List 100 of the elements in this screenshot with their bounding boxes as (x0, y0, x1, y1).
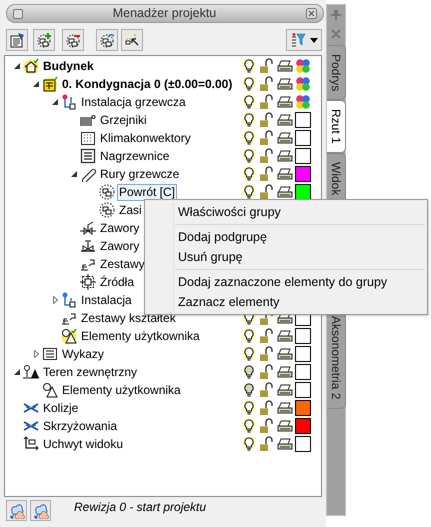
color-swatch[interactable] (295, 364, 311, 380)
color-swatch[interactable] (295, 148, 311, 164)
padlock-open-icon[interactable] (259, 94, 275, 110)
printer-icon[interactable] (277, 400, 293, 416)
close-icon[interactable] (306, 8, 317, 19)
padlock-open-icon[interactable] (259, 346, 275, 362)
lightbulb-on-icon[interactable] (241, 112, 257, 128)
tree-item[interactable]: 0. Kondygnacja 0 (±0.00=0.00) (60, 76, 234, 92)
color-swatch[interactable] (295, 130, 311, 146)
tree-item[interactable]: Teren zewnętrzny (41, 364, 140, 380)
tree-item[interactable]: Powrót [C] (117, 184, 178, 200)
menu-item[interactable]: Właściwości grupy (145, 202, 427, 222)
menu-item[interactable]: Dodaj podgrupę (145, 227, 427, 247)
lightbulb-on-icon[interactable] (241, 58, 257, 74)
printer-icon[interactable] (277, 166, 293, 182)
color-wheel-icon[interactable] (295, 94, 311, 110)
padlock-open-icon[interactable] (259, 130, 275, 146)
padlock-open-icon[interactable] (259, 364, 275, 380)
tree-item[interactable]: Źródła (98, 274, 136, 290)
padlock-open-icon[interactable] (259, 382, 275, 398)
tree-item[interactable]: Instalacja grzewcza (79, 94, 188, 110)
tree-item[interactable]: Wykazy (60, 346, 106, 362)
remove-group-button[interactable] (62, 29, 84, 51)
lightbulb-on-icon[interactable] (241, 436, 257, 452)
tree-item[interactable]: Elementy użytkownika (79, 328, 202, 344)
padlock-open-icon[interactable] (259, 58, 275, 74)
tree-item[interactable]: Zestawy kształtek (79, 310, 178, 326)
printer-icon[interactable] (277, 58, 293, 74)
printer-icon[interactable] (277, 148, 293, 164)
color-swatch[interactable] (295, 166, 311, 182)
expand-arrow-icon[interactable] (34, 350, 38, 358)
collapse-arrow-icon[interactable] (52, 99, 58, 105)
menu-item[interactable]: Dodaj zaznaczone elementy do grupy (145, 272, 427, 292)
printer-icon[interactable] (277, 94, 293, 110)
color-swatch[interactable] (295, 184, 311, 200)
printer-icon[interactable] (277, 436, 293, 452)
collapse-arrow-icon[interactable] (71, 171, 77, 177)
tree-item[interactable]: Zasi (117, 202, 144, 218)
tree-item[interactable]: Grzejniki (98, 112, 149, 128)
tree-item[interactable]: Zawory (98, 238, 142, 254)
color-wheel-icon[interactable] (295, 76, 311, 92)
side-tab[interactable]: Rzut 1 (327, 100, 346, 154)
color-swatch[interactable] (295, 346, 311, 362)
padlock-open-icon[interactable] (259, 166, 275, 182)
lightbulb-on-icon[interactable] (241, 400, 257, 416)
color-swatch[interactable] (295, 400, 311, 416)
properties-button[interactable] (6, 29, 28, 51)
expand-arrow-icon[interactable] (52, 296, 58, 304)
lightbulb-on-icon[interactable] (241, 76, 257, 92)
tree-item[interactable]: Rury grzewcze (98, 166, 182, 182)
history-back-button[interactable] (6, 500, 27, 521)
printer-icon[interactable] (277, 346, 293, 362)
color-swatch[interactable] (295, 112, 311, 128)
color-swatch[interactable] (295, 418, 311, 434)
tree-item[interactable]: Zawory (98, 220, 142, 236)
minimize-icon[interactable] (13, 8, 23, 18)
filter-dropdown[interactable] (286, 29, 322, 51)
printer-icon[interactable] (277, 382, 293, 398)
printer-icon[interactable] (277, 418, 293, 434)
lightbulb-on-icon[interactable] (241, 130, 257, 146)
lightbulb-on-icon[interactable] (241, 148, 257, 164)
side-tab[interactable]: Aksonometria 2 (327, 313, 346, 409)
printer-icon[interactable] (277, 130, 293, 146)
collapse-arrow-icon[interactable] (33, 81, 39, 87)
color-wheel-icon[interactable] (295, 58, 311, 74)
padlock-open-icon[interactable] (259, 76, 275, 92)
tree-item[interactable]: Uchwyt widoku (41, 436, 126, 452)
tree-item[interactable]: Elementy użytkownika (60, 382, 183, 398)
tree-item[interactable]: Nagrzewnice (98, 148, 172, 164)
menu-item[interactable]: Usuń grupę (145, 247, 427, 267)
printer-icon[interactable] (277, 328, 293, 344)
padlock-open-icon[interactable] (259, 418, 275, 434)
padlock-open-icon[interactable] (259, 436, 275, 452)
tree-item[interactable]: Zestawy (98, 256, 147, 272)
add-group-button[interactable] (33, 29, 55, 51)
menu-item[interactable]: Zaznacz elementy (145, 292, 427, 312)
collapse-arrow-icon[interactable] (14, 63, 20, 69)
color-swatch[interactable] (295, 382, 311, 398)
side-tab[interactable]: Podrys (327, 45, 346, 100)
printer-icon[interactable] (277, 184, 293, 200)
padlock-open-icon[interactable] (259, 112, 275, 128)
tree-item[interactable]: Budynek (41, 58, 96, 74)
printer-icon[interactable] (277, 76, 293, 92)
lightbulb-on-icon[interactable] (241, 94, 257, 110)
lightbulb-on-icon[interactable] (241, 184, 257, 200)
tree-item[interactable]: Kolizje (41, 400, 80, 416)
lightbulb-on-icon[interactable] (241, 328, 257, 344)
padlock-open-icon[interactable] (259, 148, 275, 164)
padlock-open-icon[interactable] (259, 400, 275, 416)
tree-item[interactable]: Instalacja (79, 292, 134, 308)
color-swatch[interactable] (295, 436, 311, 452)
refresh-group-button[interactable] (96, 29, 118, 51)
tree-item[interactable]: Skrzyżowania (41, 418, 120, 434)
printer-icon[interactable] (277, 112, 293, 128)
lightbulb-on-icon[interactable] (241, 166, 257, 182)
lightbulb-on-icon[interactable] (241, 346, 257, 362)
collapse-arrow-icon[interactable] (14, 369, 20, 375)
history-forward-button[interactable] (30, 500, 51, 521)
padlock-open-icon[interactable] (259, 328, 275, 344)
lightbulb-on-icon[interactable] (241, 418, 257, 434)
